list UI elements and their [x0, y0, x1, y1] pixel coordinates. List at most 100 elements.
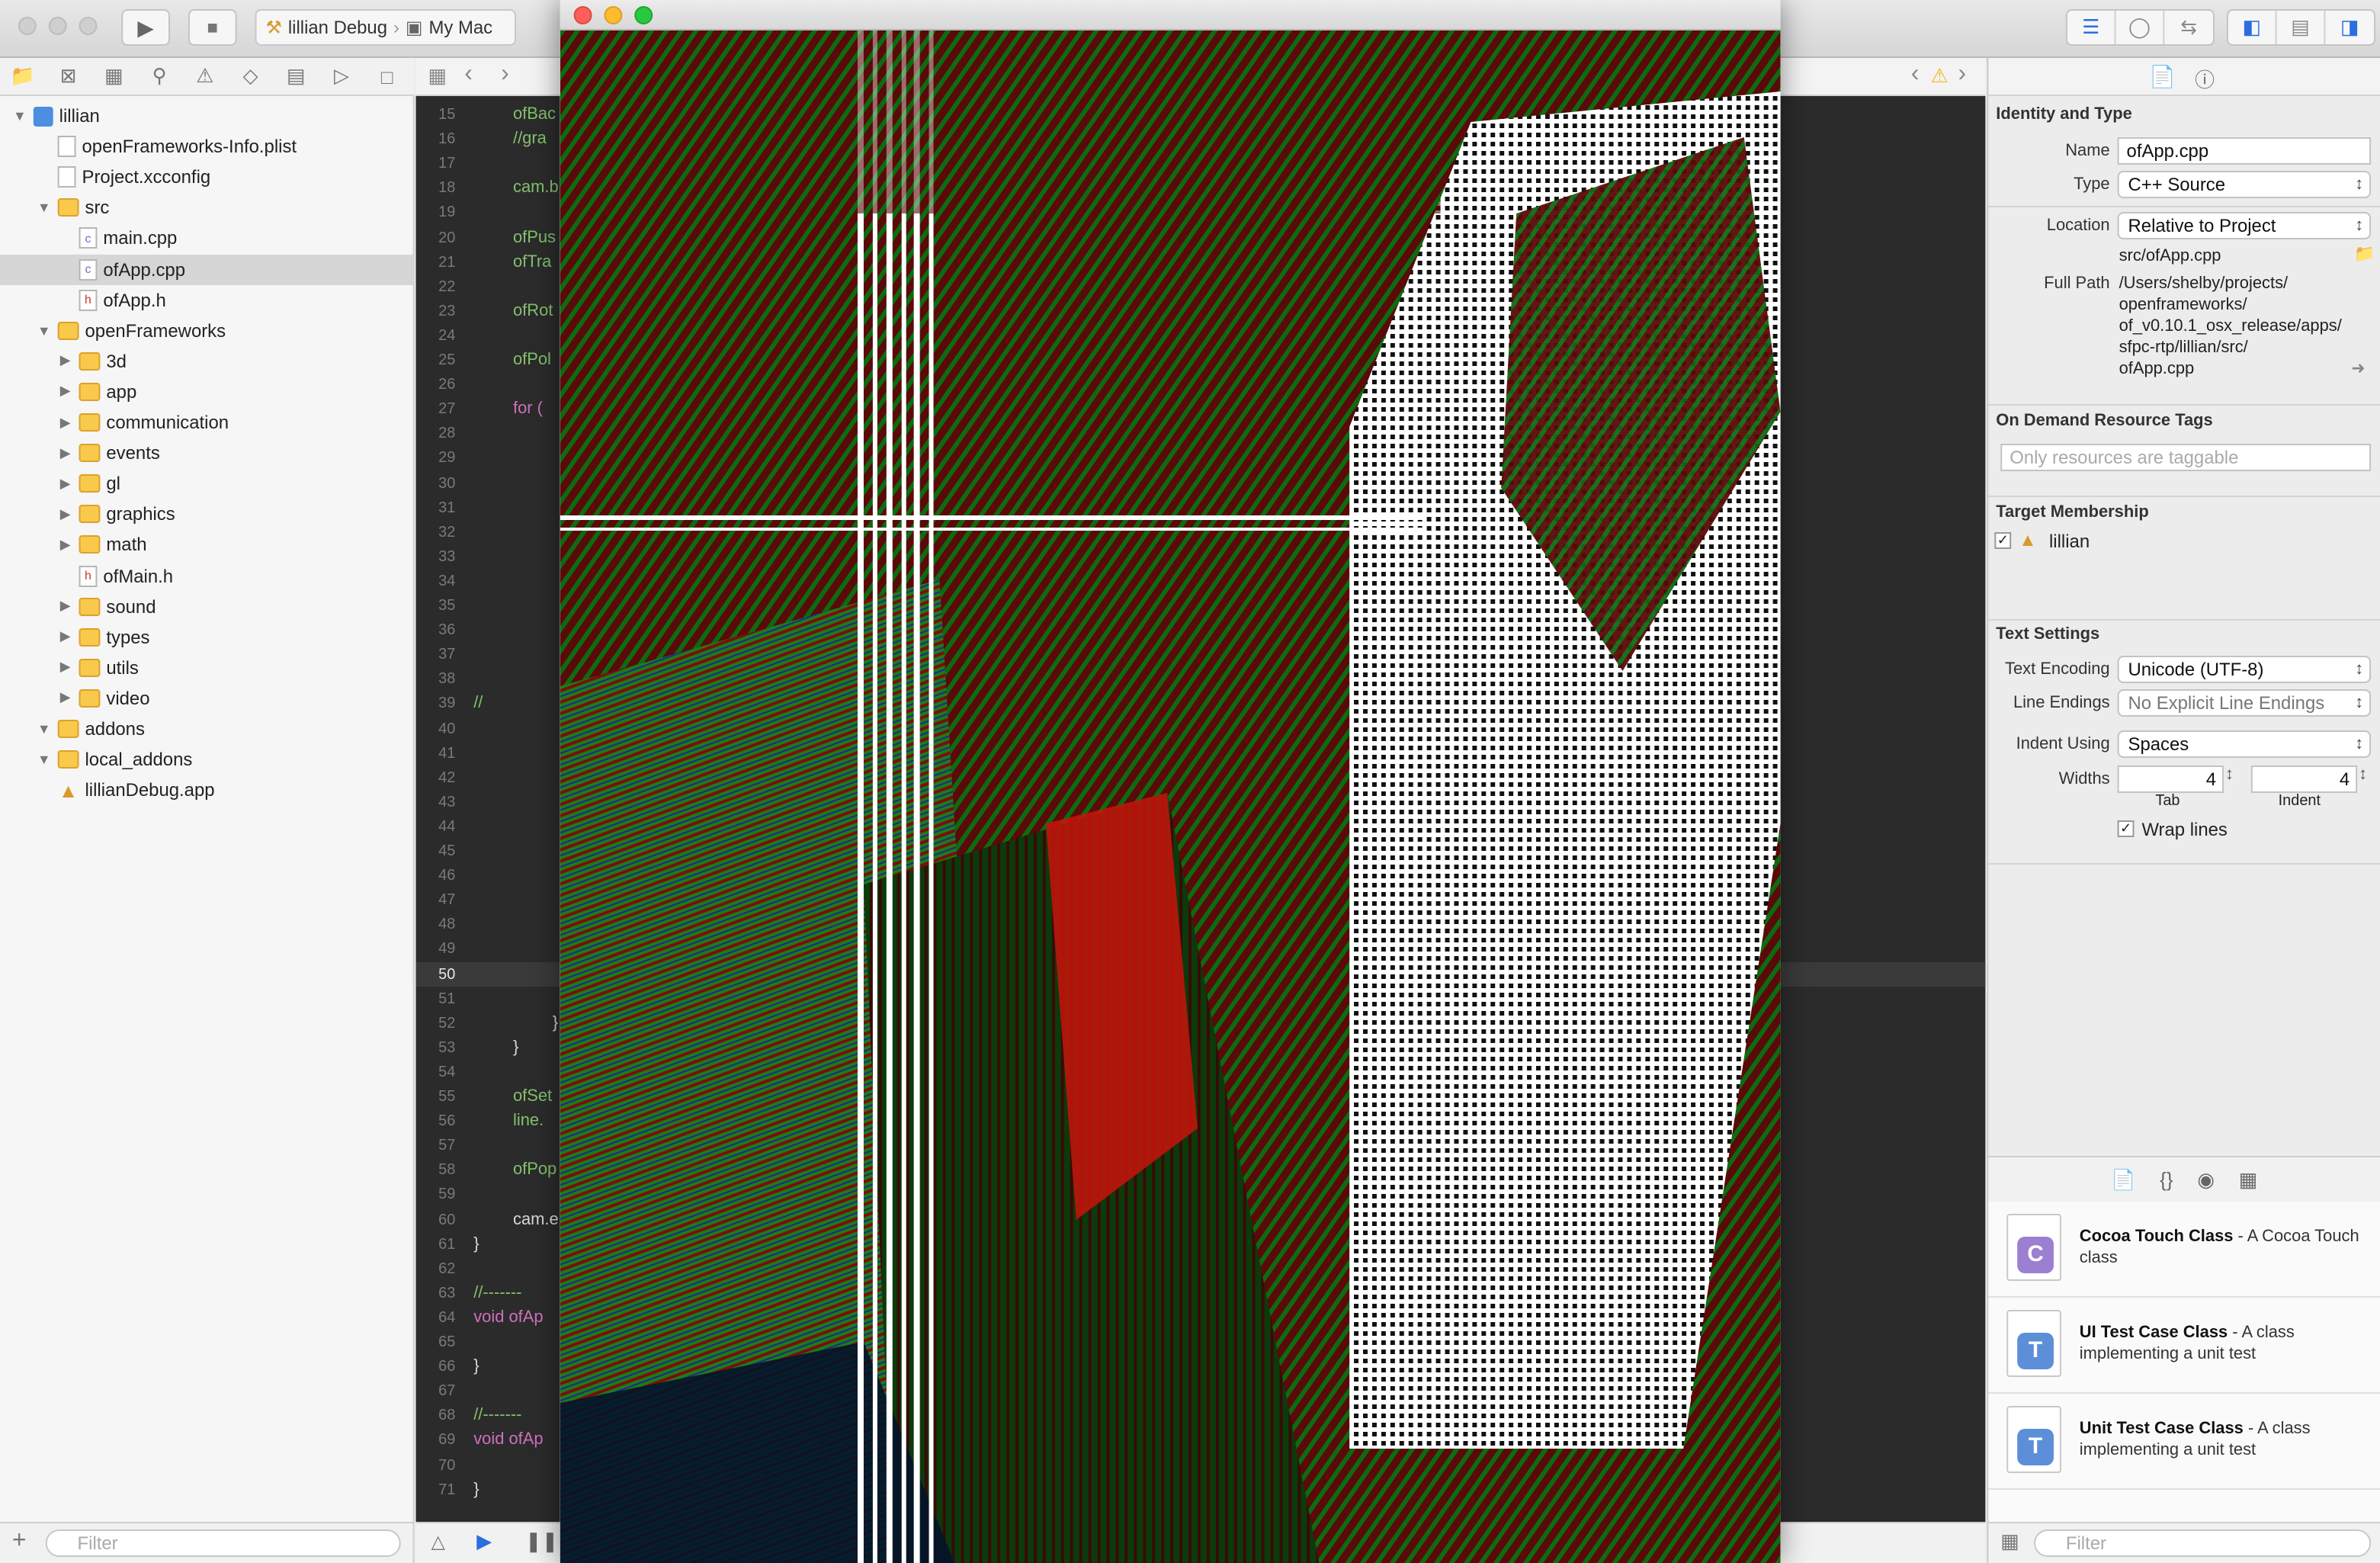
code-line[interactable]: } [513, 1038, 518, 1057]
navigator-item[interactable]: ▶ 3d [0, 346, 413, 377]
app-zoom-button[interactable] [634, 6, 653, 24]
breakpoint-icon[interactable]: ▷ [319, 64, 364, 88]
library-item[interactable]: C Cocoa Touch Class - A Cocoa Touch class [1988, 1202, 2380, 1298]
navigator-item[interactable]: ▶ gl [0, 468, 413, 499]
add-icon[interactable]: + [12, 1528, 27, 1555]
code-line[interactable]: } [473, 1480, 479, 1498]
toggle-inspector-icon[interactable]: ◨ [2325, 11, 2374, 44]
indent-stepper[interactable]: ↕ [2359, 765, 2367, 784]
disclosure-closed-icon[interactable]: ▶ [58, 353, 73, 370]
navigator-item[interactable]: ▶ graphics [0, 499, 413, 530]
grid-view-icon[interactable]: ▦ [2000, 1529, 2019, 1554]
location-popup[interactable]: Relative to Project [2117, 212, 2372, 239]
indent-using-popup[interactable]: Spaces [2117, 730, 2372, 758]
disclosure-open-icon[interactable]: ▼ [37, 323, 52, 338]
navigator-item[interactable]: ▶ communication [0, 407, 413, 438]
code-line[interactable]: ofPop [513, 1161, 557, 1179]
file-inspector-icon[interactable]: 📄 [2149, 64, 2176, 90]
navigator-item[interactable]: Project.xcconfig [0, 162, 413, 192]
code-line[interactable]: ofSet [513, 1087, 552, 1106]
pause-icon[interactable]: ❚❚ [525, 1529, 558, 1554]
disclosure-open-icon[interactable]: ▼ [37, 201, 52, 216]
disclosure-open-icon[interactable]: ▼ [12, 108, 27, 124]
navigator-item[interactable]: h ofMain.h [0, 560, 413, 591]
test-icon[interactable]: ◇ [228, 64, 274, 88]
app-window[interactable] [560, 0, 1781, 1563]
assistant-editor-icon[interactable]: ◯ [2116, 11, 2165, 44]
code-snippet-icon[interactable]: {} [2160, 1168, 2173, 1191]
navigator-item[interactable]: ▼ local_addons [0, 744, 413, 775]
code-line[interactable]: } [473, 1234, 479, 1253]
disclosure-closed-icon[interactable]: ▶ [58, 506, 73, 523]
navigator-item[interactable]: ▶ utils [0, 653, 413, 683]
tab-stepper[interactable]: ↕ [2225, 765, 2234, 784]
quick-help-icon[interactable]: ⓘ [2195, 64, 2215, 93]
code-line[interactable]: ofRot [513, 302, 553, 320]
standard-editor-icon[interactable]: ☰ [2067, 11, 2116, 44]
code-line[interactable]: void ofAp [473, 1431, 543, 1449]
navigator-item[interactable]: c ofApp.cpp [0, 254, 413, 284]
line-endings-popup[interactable]: No Explicit Line Endings [2117, 689, 2372, 717]
navigator-item[interactable]: ▶ video [0, 683, 413, 714]
find-icon[interactable]: ⚲ [136, 64, 182, 88]
code-line[interactable]: ofTra [513, 252, 551, 271]
code-line[interactable]: ofPol [513, 351, 551, 369]
code-line[interactable]: line. [513, 1112, 544, 1130]
wrap-lines-checkbox[interactable]: ✓ [2117, 820, 2135, 837]
navigator-item[interactable]: ▲ lillianDebug.app [0, 775, 413, 805]
code-line[interactable]: cam.b [513, 179, 559, 197]
minimize-window-button[interactable] [48, 17, 67, 35]
code-line[interactable]: // [473, 695, 483, 713]
tags-field[interactable]: Only resources are taggable [2000, 444, 2372, 471]
navigator-item[interactable]: ▼ lillian [0, 101, 413, 131]
scheme-selector[interactable]: ⚒ lillian Debug › ▣ My Mac [255, 9, 516, 46]
navigator-item[interactable]: c main.cpp [0, 223, 413, 254]
render-canvas[interactable] [560, 30, 1781, 1563]
symbol-icon[interactable]: ▦ [91, 64, 136, 88]
disclosure-closed-icon[interactable]: ▶ [58, 384, 73, 400]
name-field[interactable]: ofApp.cpp [2117, 137, 2372, 165]
toggle-debug-area-icon[interactable]: ▤ [2277, 11, 2326, 44]
folder-icon[interactable]: 📁 [0, 64, 46, 88]
breakpoints-toggle-icon[interactable]: ▶ [476, 1529, 492, 1554]
file-template-icon[interactable]: 📄 [2111, 1167, 2135, 1192]
navigator-item[interactable]: ▶ math [0, 530, 413, 560]
run-button[interactable]: ▶ [121, 9, 171, 46]
version-editor-icon[interactable]: ⇆ [2164, 11, 2213, 44]
code-line[interactable]: cam.e [513, 1210, 559, 1228]
source-control-icon[interactable]: ⊠ [46, 64, 91, 88]
back-icon[interactable]: ‹ [464, 61, 473, 88]
app-minimize-button[interactable] [604, 6, 623, 24]
disclosure-closed-icon[interactable]: ▶ [58, 414, 73, 431]
code-line[interactable]: void ofAp [473, 1308, 543, 1327]
code-line[interactable]: for ( [513, 400, 543, 418]
navigator-item[interactable]: ▶ types [0, 621, 413, 652]
issue-icon[interactable]: ⚠ [182, 64, 228, 88]
navigator-item[interactable]: ▼ src [0, 193, 413, 223]
toggle-navigator-icon[interactable]: ◧ [2228, 11, 2277, 44]
library-filter-input[interactable]: Filter [2034, 1529, 2372, 1557]
type-popup[interactable]: C++ Source [2117, 171, 2372, 198]
navigator-item[interactable]: ▶ app [0, 377, 413, 407]
disclosure-open-icon[interactable]: ▼ [37, 752, 52, 767]
close-window-button[interactable] [18, 17, 37, 35]
indent-width-field[interactable]: 4 [2250, 765, 2358, 793]
navigator-filter-input[interactable]: Filter [45, 1529, 401, 1557]
hide-debug-area-icon[interactable]: △ [431, 1531, 444, 1552]
previous-issue-icon[interactable]: ‹ [1911, 61, 1920, 88]
navigator-item[interactable]: ▼ openFrameworks [0, 315, 413, 345]
navigator-item[interactable]: openFrameworks-Info.plist [0, 131, 413, 162]
app-window-titlebar[interactable] [560, 0, 1781, 30]
disclosure-closed-icon[interactable]: ▶ [58, 537, 73, 554]
related-items-icon[interactable]: ▦ [428, 64, 446, 88]
disclosure-closed-icon[interactable]: ▶ [58, 598, 73, 615]
folder-icon[interactable]: 📁 [2354, 244, 2375, 264]
encoding-popup[interactable]: Unicode (UTF-8) [2117, 656, 2372, 683]
code-line[interactable]: //gra [513, 130, 547, 148]
forward-icon[interactable]: › [501, 61, 509, 88]
navigator-item[interactable]: ▼ addons [0, 714, 413, 744]
tab-width-field[interactable]: 4 [2117, 765, 2224, 793]
code-line[interactable]: ofBac [513, 105, 556, 124]
code-line[interactable]: //------- [473, 1407, 521, 1425]
app-close-button[interactable] [573, 6, 592, 24]
